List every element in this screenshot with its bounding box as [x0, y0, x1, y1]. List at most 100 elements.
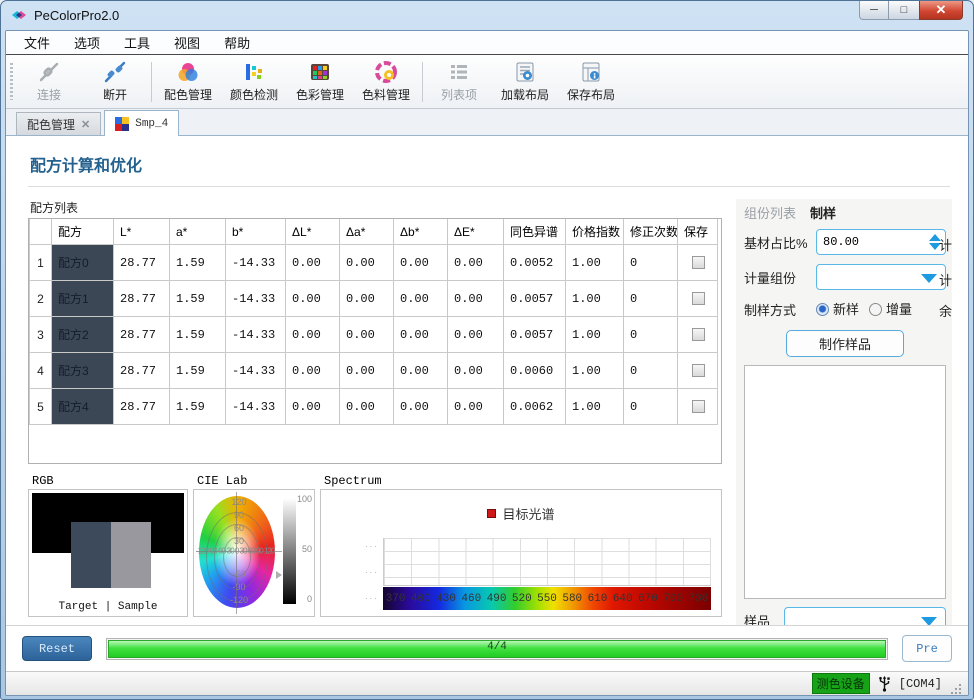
formula-row[interactable]: 4 配方3 28.77 1.59 -14.33 0.00 0.00 0.00 0.00 0.006… — [29, 352, 718, 389]
radio-new-sample[interactable]: 新样 — [816, 299, 869, 319]
column-header-0[interactable]: 配方 — [51, 219, 114, 245]
cell-a: 1.59 — [169, 244, 226, 281]
formula-name-cell[interactable]: 配方3 — [51, 352, 114, 389]
radio-label: 增量 — [886, 302, 913, 317]
substrate-ratio-input[interactable] — [817, 234, 907, 250]
tab-label: Smp_4 — [135, 117, 169, 130]
menu-item-2[interactable]: 工具 — [114, 31, 160, 54]
metering-component-dropdown[interactable] — [816, 264, 946, 290]
radio-selected-icon[interactable] — [816, 303, 829, 316]
sample-list-box[interactable] — [744, 365, 946, 599]
cell-dE: 0.00 — [447, 388, 504, 425]
toolbar-load-layout-button[interactable]: 加载布局 — [492, 58, 558, 106]
column-header-10[interactable]: 修正次数 — [623, 219, 678, 245]
tab-color-matching[interactable]: 配色管理 ✕ — [16, 112, 102, 135]
cell-price_index: 1.00 — [565, 352, 624, 389]
save-checkbox[interactable] — [692, 400, 705, 413]
menu-item-4[interactable]: 帮助 — [214, 31, 260, 54]
formula-row[interactable]: 5 配方4 28.77 1.59 -14.33 0.00 0.00 0.00 0.00 0.006… — [29, 388, 718, 425]
progress-bar: 4/4 — [106, 637, 888, 660]
cell-L: 28.77 — [113, 280, 170, 317]
formula-name-cell[interactable]: 配方2 — [51, 316, 114, 353]
sample-color-swatch — [111, 522, 151, 588]
sample-dropdown[interactable] — [784, 607, 946, 625]
lightness-tick: 50 — [301, 544, 312, 554]
tab-make-sample[interactable]: 制样 — [810, 203, 836, 222]
toolbar-color-manage-button[interactable]: 色彩管理 — [287, 58, 353, 106]
column-header-11[interactable]: 保存 — [677, 219, 718, 245]
menu-item-3[interactable]: 视图 — [164, 31, 210, 54]
toolbar-colorant-manage-button[interactable]: 色料管理 — [353, 58, 419, 106]
maximize-button[interactable]: □ — [889, 1, 919, 20]
formula-row[interactable]: 2 配方1 28.77 1.59 -14.33 0.00 0.00 0.00 0.00 0.005… — [29, 280, 718, 317]
column-header-7[interactable]: ΔE* — [447, 219, 504, 245]
menu-item-1[interactable]: 选项 — [64, 31, 110, 54]
toolbar-save-layout-button[interactable]: 保存布局 — [558, 58, 624, 106]
cell-dL: 0.00 — [285, 244, 340, 281]
lab-a-axis-labels: -120-90-60-30 0 30 60 90 120 — [196, 546, 275, 556]
save-cell — [677, 316, 718, 353]
minimize-button[interactable]: ─ — [859, 1, 889, 20]
formula-name-cell[interactable]: 配方4 — [51, 388, 114, 425]
tab-close-icon[interactable]: ✕ — [81, 118, 90, 131]
tab-smp4[interactable]: Smp_4 — [104, 110, 180, 136]
window-controls: ─ □ ✕ — [859, 1, 963, 20]
toolbar-color-detect-button[interactable]: 颜色检测 — [221, 58, 287, 106]
tab-label: 配色管理 — [27, 117, 76, 132]
formula-row[interactable]: 3 配方2 28.77 1.59 -14.33 0.00 0.00 0.00 0.00 0.005… — [29, 316, 718, 353]
toolbar-connect-button[interactable]: 连接 — [16, 58, 82, 106]
formula-name-cell[interactable]: 配方0 — [51, 244, 114, 281]
column-header-1[interactable]: L* — [113, 219, 170, 245]
substrate-ratio-spinner[interactable] — [816, 229, 946, 255]
resize-grip[interactable] — [950, 683, 962, 695]
wavelength-tick: 700 — [663, 592, 684, 605]
column-header-4[interactable]: ΔL* — [285, 219, 340, 245]
radio-unselected-icon[interactable] — [869, 303, 883, 316]
toolbar-label: 色料管理 — [361, 88, 410, 102]
toolbar-color-matching-button[interactable]: 配色管理 — [155, 58, 221, 106]
column-header-6[interactable]: Δb* — [393, 219, 448, 245]
cell-corrections: 0 — [623, 316, 678, 353]
menu-item-0[interactable]: 文件 — [14, 31, 60, 54]
save-cell — [677, 280, 718, 317]
save-checkbox[interactable] — [692, 364, 705, 377]
toolbar-label: 保存布局 — [566, 88, 615, 102]
column-header-8[interactable]: 同色异谱 — [503, 219, 566, 245]
reset-button[interactable]: Reset — [22, 636, 92, 661]
cell-da: 0.00 — [339, 244, 394, 281]
title-bar: PeColorPro2.0 ─ □ ✕ — [5, 1, 969, 30]
cell-corrections: 0 — [623, 280, 678, 317]
wavelength-tick: 550 — [537, 592, 557, 605]
pre-button[interactable]: Pre — [902, 635, 952, 662]
wavelength-tick: 460 — [461, 592, 482, 605]
save-checkbox[interactable] — [692, 292, 705, 305]
app-logo-icon — [12, 11, 26, 19]
b-axis-tick: -60 — [232, 569, 246, 579]
cell-L: 28.77 — [113, 388, 170, 425]
save-checkbox[interactable] — [692, 256, 705, 269]
cell-corrections: 0 — [623, 388, 678, 425]
make-sample-button[interactable]: 制作样品 — [786, 330, 904, 357]
column-header-5[interactable]: Δa* — [339, 219, 394, 245]
toolbar-label: 配色管理 — [163, 88, 212, 102]
lightness-tick: 0 — [306, 594, 312, 604]
column-header-3[interactable]: b* — [225, 219, 286, 245]
tab-component-list[interactable]: 组份列表 — [744, 203, 796, 222]
cell-price_index: 1.00 — [565, 316, 624, 353]
target-color-swatch — [71, 522, 111, 588]
cell-metamerism: 0.0057 — [503, 316, 566, 353]
column-header-2[interactable]: a* — [169, 219, 226, 245]
toolbar-list-items-button[interactable]: 列表项 — [426, 58, 492, 106]
toolbar-disconnect-button[interactable]: 断开 — [82, 58, 148, 106]
cell-db: 0.00 — [393, 388, 448, 425]
cell-L: 28.77 — [113, 352, 170, 389]
column-header-9[interactable]: 价格指数 — [565, 219, 624, 245]
formula-row[interactable]: 1 配方0 28.77 1.59 -14.33 0.00 0.00 0.00 0.00 0.005… — [29, 244, 718, 281]
usb-icon — [878, 675, 890, 692]
spectrum-y-tick: ··· — [365, 542, 379, 551]
close-button[interactable]: ✕ — [919, 1, 963, 20]
formula-name-cell[interactable]: 配方1 — [51, 280, 114, 317]
radio-increment[interactable]: 增量 — [869, 299, 922, 319]
row-number: 2 — [29, 280, 52, 317]
save-checkbox[interactable] — [692, 328, 705, 341]
